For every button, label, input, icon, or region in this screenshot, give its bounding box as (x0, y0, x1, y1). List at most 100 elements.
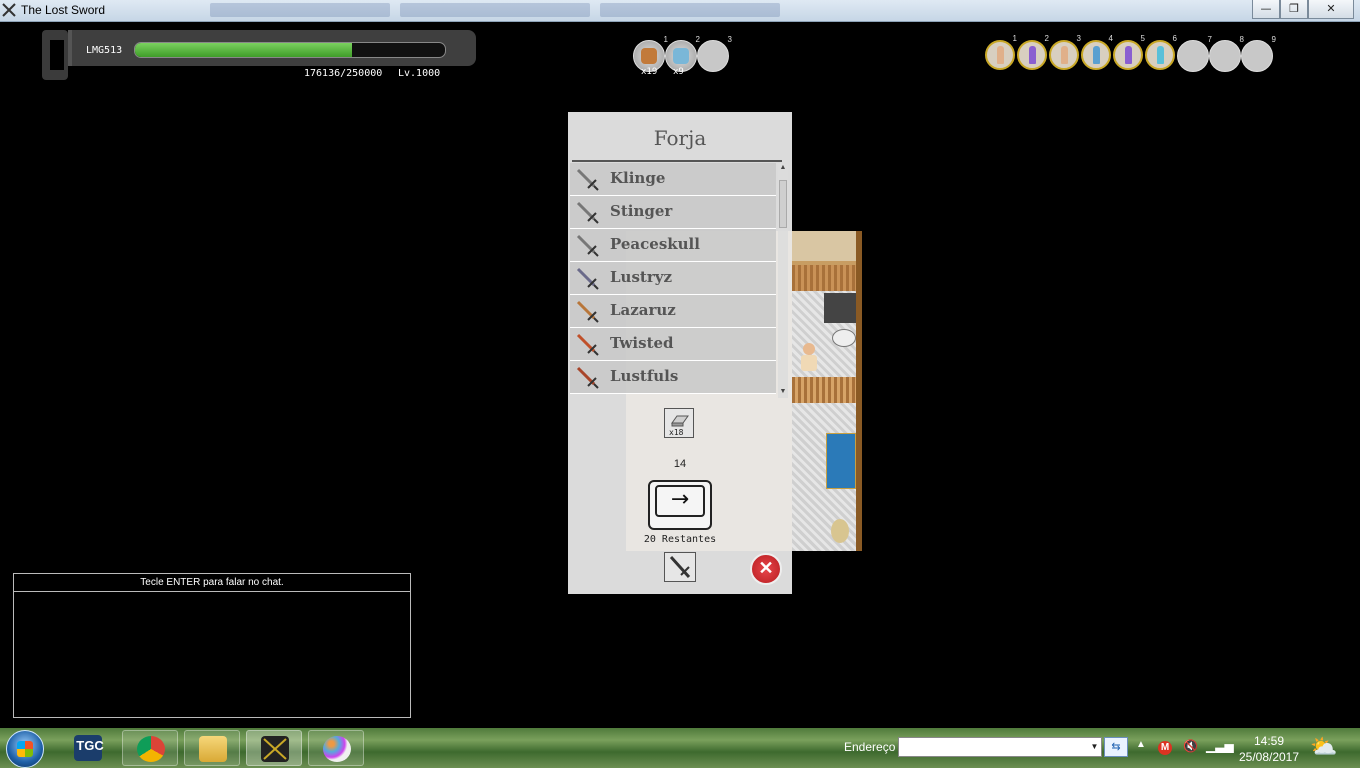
scene-vase (831, 519, 849, 543)
close-window-button[interactable]: ✕ (1308, 0, 1354, 19)
tgc-label: TGC (76, 738, 104, 753)
taskbar: TGC Endereço ▼ ⇆ ▲ M 🔇 ▁▃▅ 14:59 25/08/2… (0, 728, 1360, 768)
character-icon (1061, 46, 1068, 64)
party-slot-7[interactable]: 7 (1177, 35, 1212, 72)
address-label: Endereço (844, 740, 896, 754)
hp-bar-fill (135, 43, 352, 57)
tray-expand-icon[interactable]: ▲ (1136, 739, 1146, 750)
npc-blacksmith[interactable] (798, 343, 820, 377)
windows-logo-icon (17, 741, 33, 757)
scroll-up-icon[interactable]: ▲ (778, 164, 788, 174)
sword-icon (576, 300, 599, 323)
chrome-icon (137, 736, 165, 762)
craft-button[interactable]: → (648, 480, 712, 530)
party-slot-9[interactable]: 9 (1241, 35, 1276, 72)
item-qty: x9 (673, 67, 684, 77)
character-icon (1029, 46, 1036, 64)
character-icon (997, 46, 1004, 64)
forge-close-button[interactable]: ✕ (750, 553, 782, 585)
hud-panel: LMG513 (68, 30, 476, 66)
recipe-name: Peaceskull (610, 235, 700, 253)
slot-number: 6 (1172, 34, 1177, 43)
iron-ingot-icon (671, 415, 689, 427)
clock-date: 25/08/2017 (1238, 750, 1300, 764)
player-name: LMG513 (86, 45, 123, 56)
recipe-row[interactable]: Lustfuls (570, 361, 776, 394)
recipe-name: Lustryz (610, 268, 672, 286)
clock[interactable]: 14:59 25/08/2017 (1238, 733, 1300, 765)
background-tab-ghost (600, 3, 780, 17)
volume-muted-icon[interactable]: 🔇 (1183, 739, 1198, 753)
chat-box[interactable]: Tecle ENTER para falar no chat. (13, 573, 411, 718)
slot-number: 3 (1076, 34, 1081, 43)
sword-icon (576, 201, 599, 224)
scene-machine (824, 293, 856, 323)
material-qty: x18 (669, 428, 684, 437)
slot-number: 2 (1044, 34, 1049, 43)
material-slot[interactable]: x18 (664, 408, 694, 438)
scroll-down-icon[interactable]: ▼ (778, 388, 788, 398)
hp-bar (134, 42, 446, 58)
scene-sword-rack (792, 231, 856, 261)
folder-icon (199, 736, 227, 762)
forge-dialog: Forja Klinge Stinger Peaceskull Lustryz Laza… (568, 112, 792, 594)
recipe-scrollbar[interactable]: ▲ ▼ (778, 164, 788, 398)
taskbar-app-tgc[interactable]: TGC (62, 730, 118, 766)
potion-icon (673, 48, 689, 64)
restore-button[interactable]: ❐ (1280, 0, 1308, 19)
refresh-icon[interactable]: ⇆ (1104, 737, 1128, 757)
palette-icon (323, 736, 351, 762)
minimize-button[interactable]: — (1252, 0, 1280, 19)
material-count: 14 (673, 458, 687, 470)
taskbar-app-lost-sword[interactable] (246, 730, 302, 766)
recipe-row[interactable]: Twisted (570, 328, 776, 361)
recipe-row[interactable]: Lustryz (570, 262, 776, 295)
recipe-name: Lazaruz (610, 301, 676, 319)
recipe-name: Klinge (610, 169, 666, 187)
party-slot-8[interactable]: 8 (1209, 35, 1244, 72)
scene-wall-edge (856, 231, 862, 551)
party-slot-3[interactable]: 3 (1049, 34, 1081, 70)
slot-number: 5 (1140, 34, 1145, 43)
item-slot-3[interactable]: 3 (697, 35, 732, 72)
background-tab-ghost (210, 3, 390, 17)
recipe-row[interactable]: Klinge (570, 163, 776, 196)
network-signal-icon[interactable]: ▁▃▅ (1206, 739, 1234, 753)
window-title: The Lost Sword (21, 3, 106, 17)
background-tab-ghost (400, 3, 590, 17)
taskbar-app-explorer[interactable] (184, 730, 240, 766)
party-slot-4[interactable]: 4 (1081, 34, 1113, 70)
sword-icon (669, 555, 691, 579)
party-slot-2[interactable]: 2 (1017, 34, 1049, 70)
recipe-row[interactable]: Peaceskull (570, 229, 776, 262)
chat-hint: Tecle ENTER para falar no chat. (14, 574, 410, 592)
xp-text: 176136/250000 (304, 68, 383, 79)
arrow-right-icon: → (655, 485, 705, 517)
weather-icon[interactable]: ⛅ (1310, 734, 1337, 760)
recipe-name: Lustfuls (610, 367, 679, 385)
remaining-text: 20 Restantes (643, 534, 717, 545)
app-icon (2, 3, 16, 17)
chevron-down-icon[interactable]: ▼ (1088, 738, 1101, 756)
item-slot-1[interactable]: 1 x19 (633, 35, 668, 77)
item-slot-2[interactable]: 2 x9 (665, 35, 700, 77)
slot-number: 2 (695, 35, 700, 44)
character-icon (1093, 46, 1100, 64)
slot-number: 1 (663, 35, 668, 44)
party-slot-6[interactable]: 6 (1145, 34, 1177, 70)
slot-number: 1 (1012, 34, 1017, 43)
party-slot-1[interactable]: 1 (985, 34, 1017, 70)
taskbar-app-chrome[interactable] (122, 730, 178, 766)
party-slot-5[interactable]: 5 (1113, 34, 1145, 70)
forge-title-divider (572, 160, 782, 162)
mega-icon[interactable]: M (1158, 741, 1172, 755)
sword-icon (576, 267, 599, 290)
recipe-name: Stinger (610, 202, 673, 220)
start-button[interactable] (6, 730, 44, 768)
recipe-row[interactable]: Lazaruz (570, 295, 776, 328)
recipe-row[interactable]: Stinger (570, 196, 776, 229)
address-input[interactable] (898, 737, 1102, 757)
window-title-bar: The Lost Sword — ❐ ✕ (0, 0, 1360, 22)
taskbar-app-paint[interactable] (308, 730, 364, 766)
scrollbar-thumb[interactable] (779, 180, 787, 228)
